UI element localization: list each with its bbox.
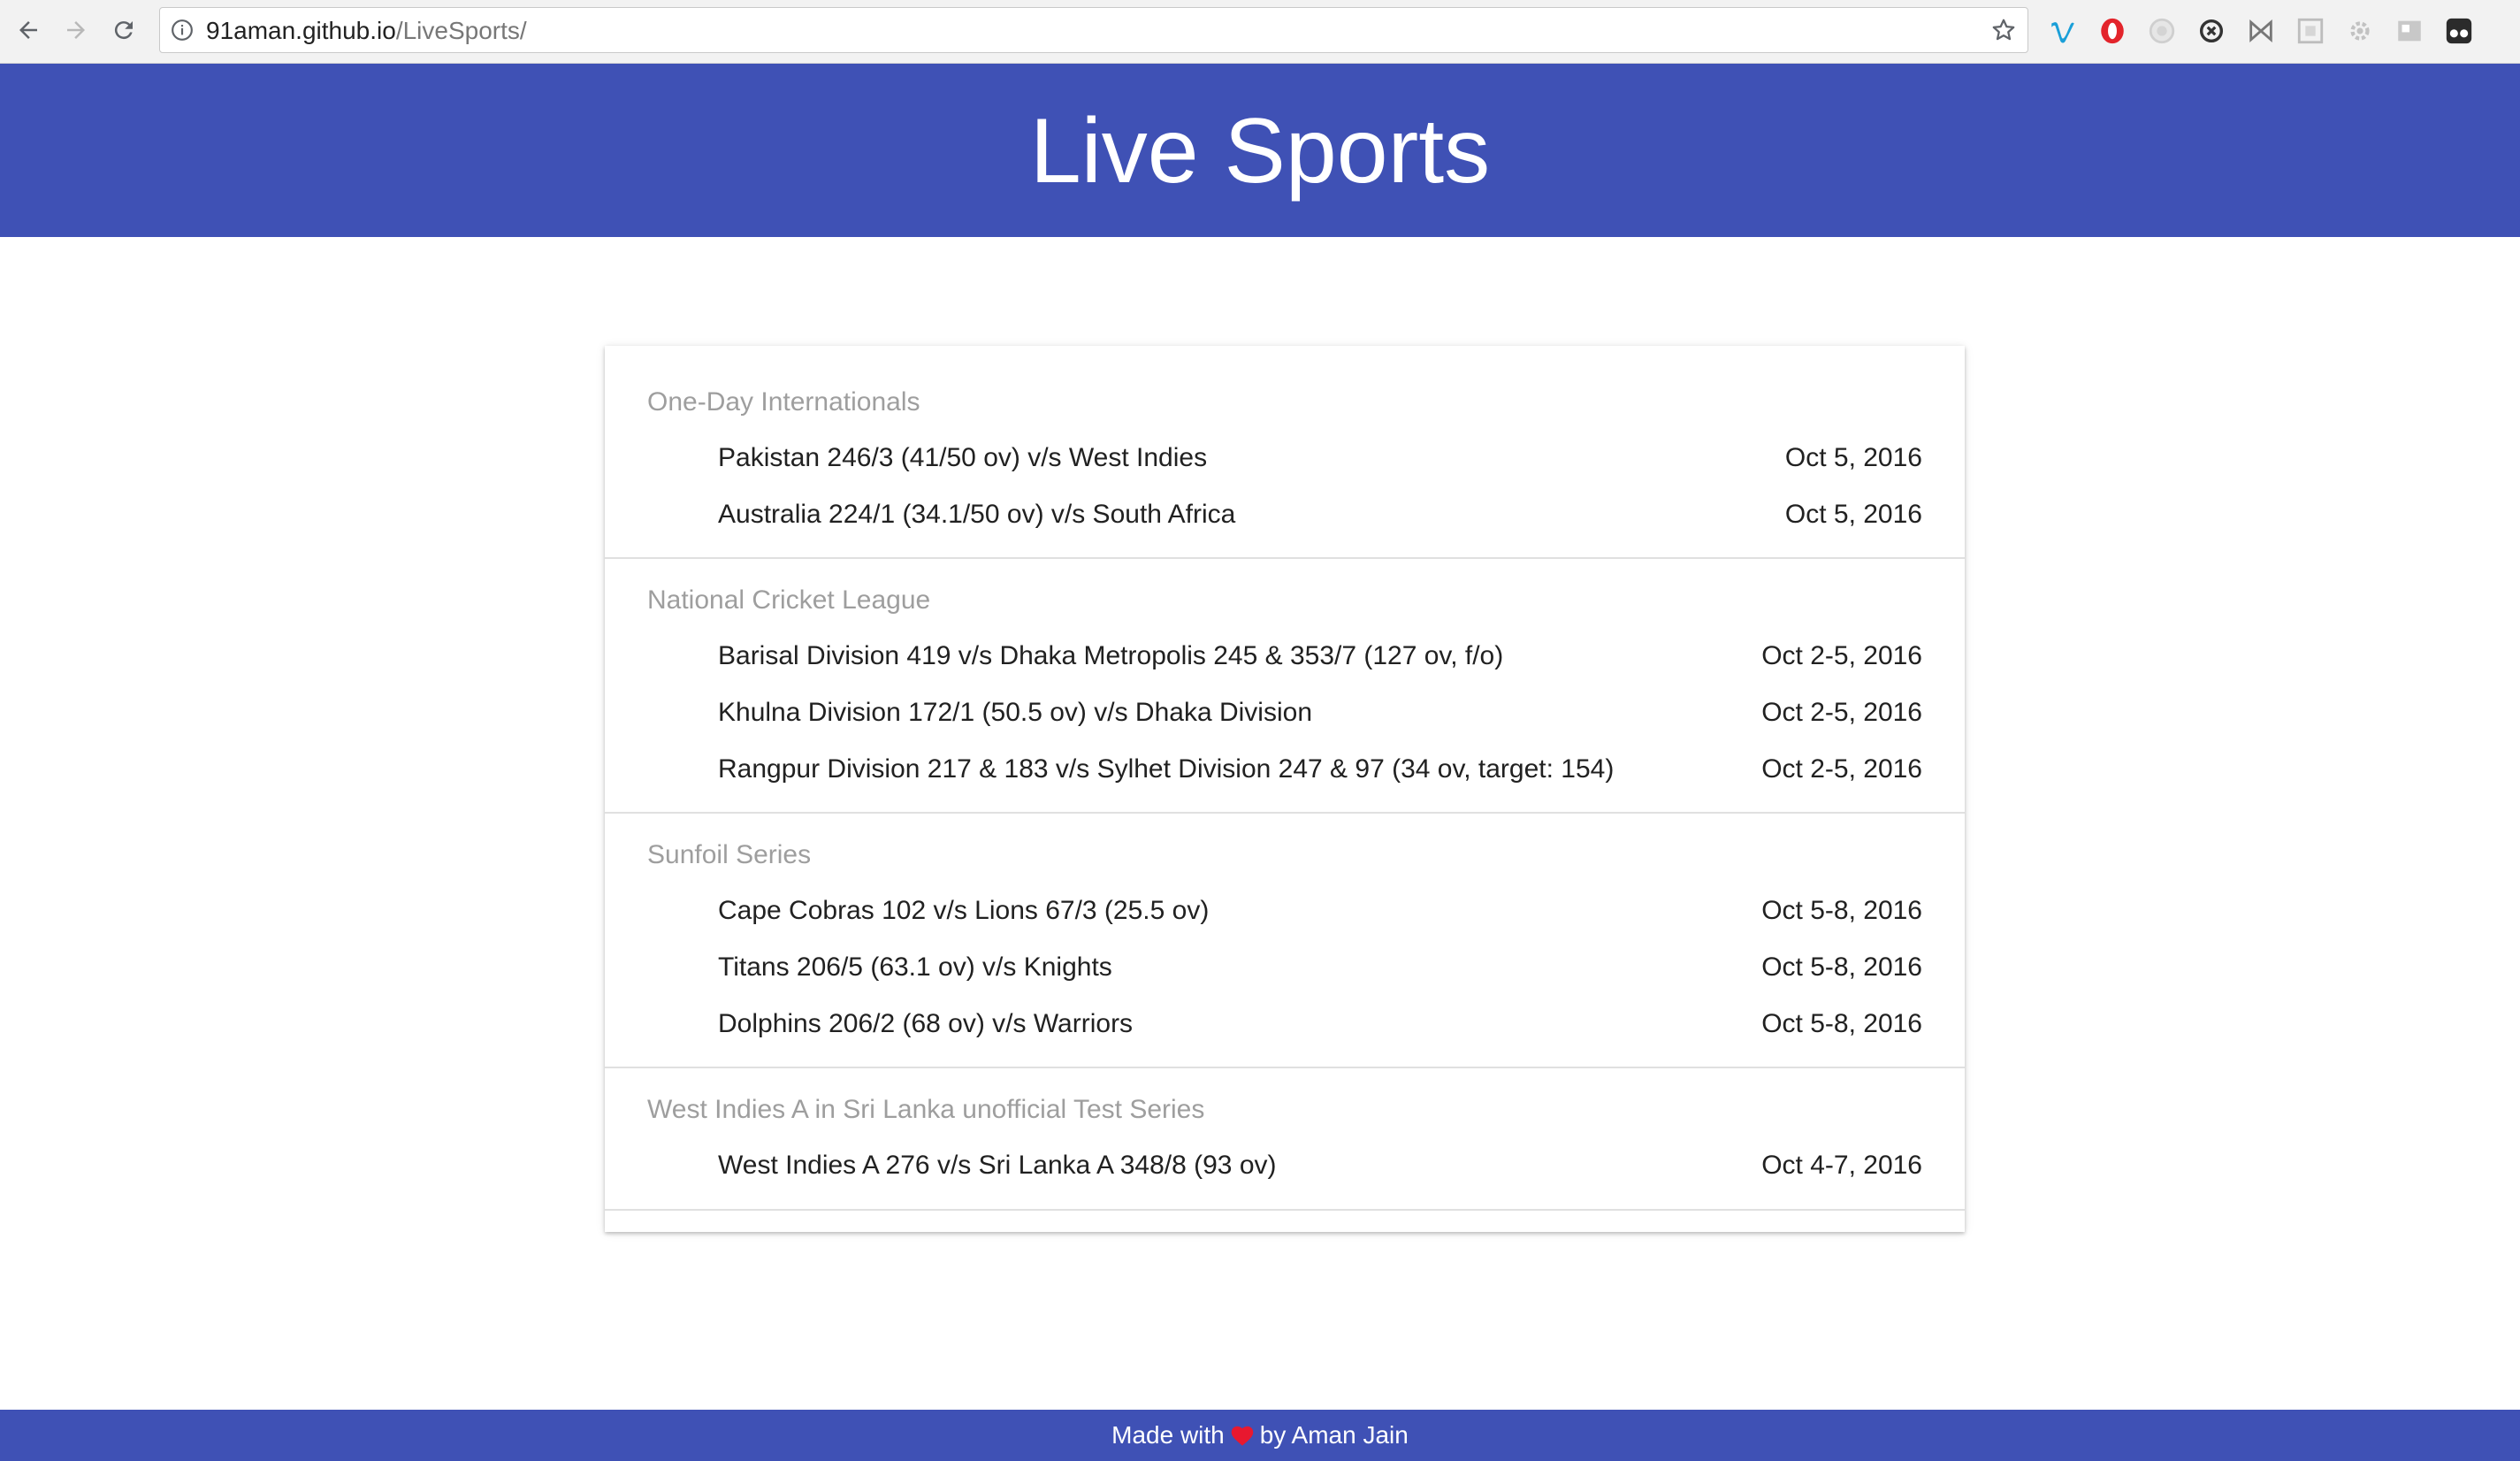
series-title: One-Day Internationals — [647, 387, 920, 417]
matches-card: One-Day Internationals Pakistan 246/3 (4… — [605, 346, 1965, 1232]
match-text: Rangpur Division 217 & 183 v/s Sylhet Di… — [718, 754, 1615, 784]
match-date: Oct 5-8, 2016 — [1761, 952, 1922, 982]
series-section: Sunfoil Series Cape Cobras 102 v/s Lions… — [605, 814, 1965, 1068]
image-extension-icon[interactable] — [2394, 16, 2425, 46]
match-date: Oct 5-8, 2016 — [1761, 896, 1922, 925]
browser-toolbar: 91aman.github.io/LiveSports/ — [0, 0, 2520, 64]
vimeo-extension-icon[interactable] — [2048, 16, 2078, 46]
tampermonkey-extension-icon[interactable] — [2444, 16, 2474, 46]
series-title: West Indies A in Sri Lanka unofficial Te… — [647, 1095, 1205, 1124]
info-icon[interactable] — [171, 19, 194, 42]
match-date: Oct 5, 2016 — [1784, 500, 1922, 529]
gear-extension-icon[interactable] — [2345, 16, 2375, 46]
match-row[interactable]: Australia 224/1 (34.1/50 ov) v/s South A… — [605, 500, 1965, 535]
match-row[interactable]: Barisal Division 419 v/s Dhaka Metropoli… — [605, 641, 1965, 677]
match-text: Barisal Division 419 v/s Dhaka Metropoli… — [718, 641, 1504, 670]
url-path: /LiveSports/ — [395, 17, 527, 44]
match-text: Cape Cobras 102 v/s Lions 67/3 (25.5 ov) — [718, 896, 1210, 925]
series-title: Sunfoil Series — [647, 840, 812, 869]
match-text: Khulna Division 172/1 (50.5 ov) v/s Dhak… — [718, 698, 1312, 727]
match-row[interactable]: Cape Cobras 102 v/s Lions 67/3 (25.5 ov)… — [605, 896, 1965, 931]
match-text: West Indies A 276 v/s Sri Lanka A 348/8 … — [718, 1151, 1277, 1180]
grid-extension-icon[interactable] — [2295, 16, 2325, 46]
forward-arrow-icon[interactable] — [57, 11, 95, 50]
match-row[interactable]: Pakistan 246/3 (41/50 ov) v/s West Indie… — [605, 443, 1965, 478]
match-date: Oct 5-8, 2016 — [1761, 1009, 1922, 1038]
match-date: Oct 5, 2016 — [1784, 443, 1922, 472]
circle-extension-icon[interactable] — [2147, 16, 2177, 46]
series-section: National Cricket League Barisal Division… — [605, 559, 1965, 814]
match-text: Dolphins 206/2 (68 ov) v/s Warriors — [718, 1009, 1134, 1038]
match-date: Oct 2-5, 2016 — [1761, 641, 1922, 670]
bow-tie-extension-icon[interactable] — [2246, 16, 2276, 46]
back-arrow-icon[interactable] — [9, 11, 48, 50]
match-row[interactable]: West Indies A 276 v/s Sri Lanka A 348/8 … — [605, 1151, 1965, 1186]
series-section: One-Day Internationals Pakistan 246/3 (4… — [605, 346, 1965, 559]
page-title: Live Sports — [1029, 100, 1491, 203]
match-text: Australia 224/1 (34.1/50 ov) v/s South A… — [718, 500, 1236, 529]
address-bar[interactable]: 91aman.github.io/LiveSports/ — [159, 7, 2028, 53]
match-row[interactable]: Dolphins 206/2 (68 ov) v/s Warriors Oct … — [605, 1009, 1965, 1044]
sync-extension-icon[interactable] — [2196, 16, 2226, 46]
opera-extension-icon[interactable] — [2097, 16, 2127, 46]
footer-prefix: Made with — [1111, 1421, 1225, 1449]
site-footer: Made with by Aman Jain — [0, 1410, 2520, 1461]
url-text: 91aman.github.io/LiveSports/ — [206, 17, 527, 45]
footer-suffix: by Aman Jain — [1259, 1421, 1409, 1449]
site-header: Live Sports — [0, 64, 2520, 237]
match-date: Oct 2-5, 2016 — [1761, 698, 1922, 727]
series-title: National Cricket League — [647, 585, 931, 615]
reload-icon[interactable] — [104, 11, 143, 50]
series-section: West Indies A in Sri Lanka unofficial Te… — [605, 1068, 1965, 1211]
match-text: Pakistan 246/3 (41/50 ov) v/s West Indie… — [718, 443, 1208, 472]
match-row[interactable]: Khulna Division 172/1 (50.5 ov) v/s Dhak… — [605, 698, 1965, 733]
match-row[interactable]: Titans 206/5 (63.1 ov) v/s Knights Oct 5… — [605, 952, 1965, 988]
match-date: Oct 2-5, 2016 — [1761, 754, 1922, 784]
star-icon[interactable] — [1990, 17, 2017, 43]
match-text: Titans 206/5 (63.1 ov) v/s Knights — [718, 952, 1112, 982]
match-row[interactable]: Rangpur Division 217 & 183 v/s Sylhet Di… — [605, 754, 1965, 790]
url-host: 91aman.github.io — [206, 17, 396, 44]
match-date: Oct 4-7, 2016 — [1761, 1151, 1922, 1180]
heart-icon — [1231, 1426, 1253, 1446]
